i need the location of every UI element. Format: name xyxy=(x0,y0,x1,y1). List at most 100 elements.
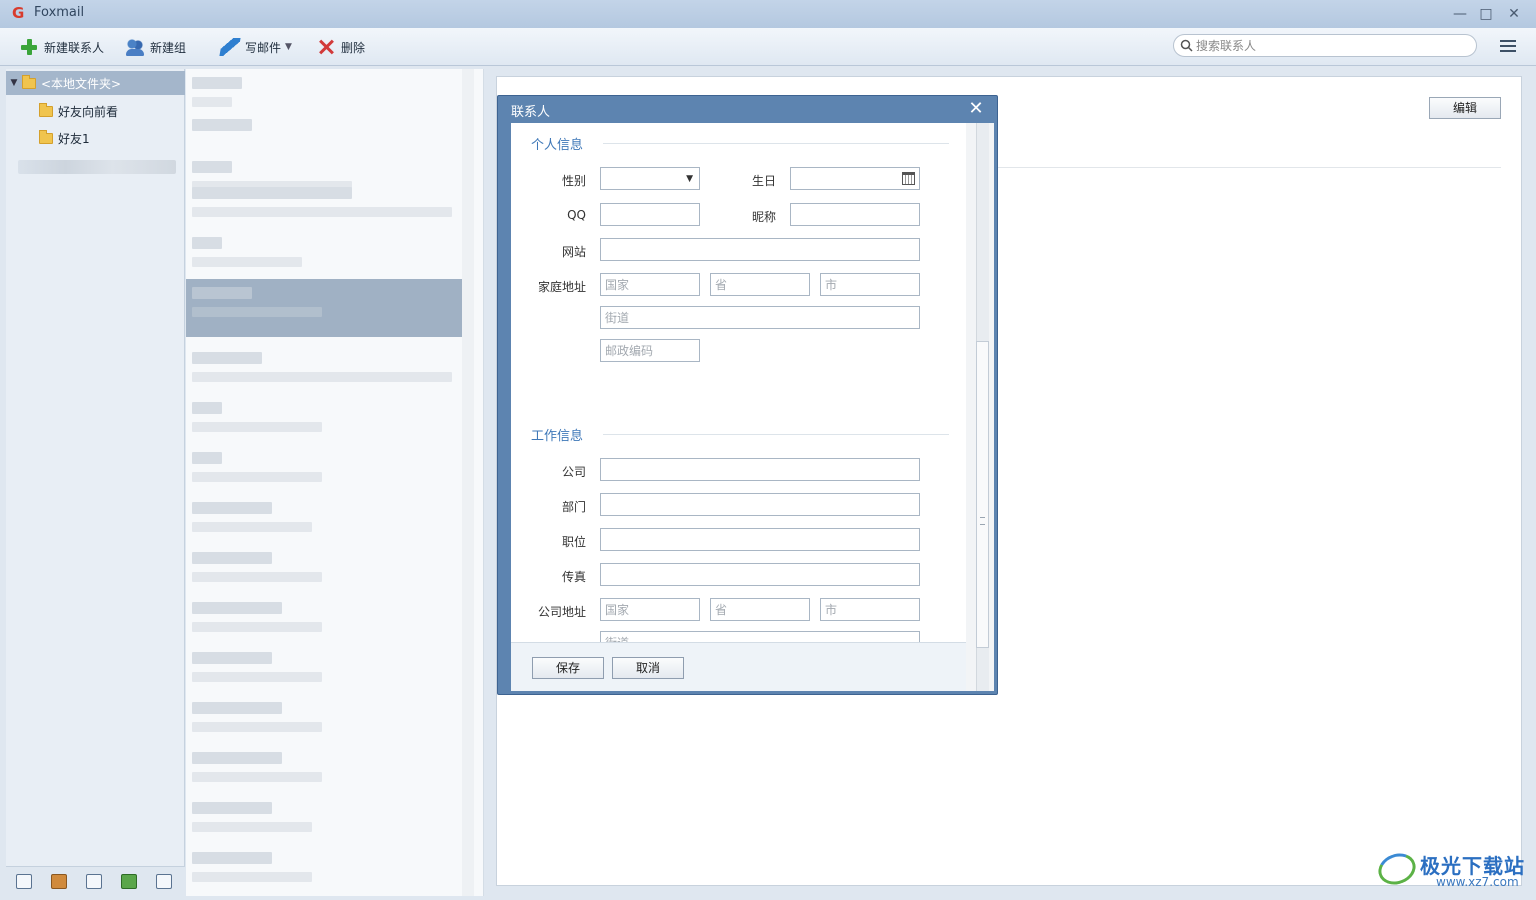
cancel-button[interactable]: 取消 xyxy=(612,657,684,679)
contact-list-scrollbar[interactable] xyxy=(462,69,474,896)
search-box xyxy=(1173,34,1477,57)
dialog-scrollbar[interactable] xyxy=(966,123,994,691)
plus-icon xyxy=(20,38,38,56)
company-input[interactable] xyxy=(601,459,919,480)
home-zip-field[interactable] xyxy=(600,339,700,362)
local-folder-root[interactable]: ▼ <本地文件夹> xyxy=(6,71,185,95)
home-zip-input[interactable] xyxy=(601,340,699,361)
watermark: 极光下载站 www.xz7.com xyxy=(1374,848,1528,892)
home-address-label: 家庭地址 xyxy=(537,280,586,294)
gender-select[interactable]: ▼ xyxy=(600,167,700,190)
new-contact-label: 新建联系人 xyxy=(44,40,105,55)
folder-sidebar: ▼ <本地文件夹> 好友向前看 好友1 xyxy=(6,69,185,866)
home-country-field[interactable] xyxy=(600,273,700,296)
watermark-url: www.xz7.com xyxy=(1436,875,1519,889)
sidebar-item-label: 好友1 xyxy=(58,131,90,146)
list-item-selected[interactable] xyxy=(186,279,472,337)
home-street-input[interactable] xyxy=(601,307,919,328)
sidebar-item-group[interactable]: 好友向前看 xyxy=(39,101,118,121)
list-item[interactable] xyxy=(186,694,472,744)
nickname-field[interactable] xyxy=(790,203,920,226)
sidebar-item-group[interactable]: 好友1 xyxy=(39,128,90,148)
list-item[interactable] xyxy=(186,494,472,544)
delete-button[interactable]: 删除 xyxy=(317,36,365,58)
birthday-field[interactable] xyxy=(790,167,920,190)
expand-arrow-icon[interactable]: ▼ xyxy=(6,78,22,88)
module-switcher xyxy=(6,866,185,896)
website-input[interactable] xyxy=(601,239,919,260)
maximize-button[interactable]: □ xyxy=(1475,4,1497,24)
list-item[interactable] xyxy=(186,844,472,894)
save-button[interactable]: 保存 xyxy=(532,657,604,679)
group-icon xyxy=(126,38,144,56)
minimize-button[interactable]: — xyxy=(1449,4,1471,24)
close-icon[interactable]: ✕ xyxy=(966,99,986,119)
divider xyxy=(603,434,949,435)
qq-field[interactable] xyxy=(600,203,700,226)
title-bar: G Foxmail — □ ✕ xyxy=(0,0,1536,28)
department-input[interactable] xyxy=(601,494,919,515)
fax-field[interactable] xyxy=(600,563,920,586)
search-input[interactable] xyxy=(1196,37,1466,54)
nickname-input[interactable] xyxy=(791,204,919,225)
qq-input[interactable] xyxy=(601,204,699,225)
new-contact-button[interactable]: 新建联系人 xyxy=(20,36,104,58)
list-item[interactable] xyxy=(186,594,472,644)
list-item[interactable] xyxy=(186,344,472,394)
gender-value[interactable] xyxy=(601,168,699,189)
chevron-down-icon: ▼ xyxy=(686,174,693,184)
notes-icon[interactable] xyxy=(121,874,137,889)
home-province-field[interactable] xyxy=(710,273,810,296)
blurred-account-row[interactable] xyxy=(18,160,176,174)
list-item[interactable] xyxy=(186,394,472,444)
position-input[interactable] xyxy=(601,529,919,550)
home-province-input[interactable] xyxy=(711,274,809,295)
list-item[interactable] xyxy=(186,179,472,229)
scrollbar-thumb[interactable] xyxy=(976,341,989,648)
list-item[interactable] xyxy=(186,444,472,494)
department-label: 部门 xyxy=(561,500,586,514)
company-address-label: 公司地址 xyxy=(537,605,586,619)
menu-list-icon[interactable] xyxy=(1500,40,1516,54)
fax-label: 传真 xyxy=(561,570,586,584)
app-title: Foxmail xyxy=(34,5,85,20)
website-field[interactable] xyxy=(600,238,920,261)
delete-icon xyxy=(317,38,335,56)
mail-icon[interactable] xyxy=(16,874,32,889)
company-field[interactable] xyxy=(600,458,920,481)
work-city-input[interactable] xyxy=(821,599,919,620)
work-street-input[interactable] xyxy=(601,632,919,642)
position-field[interactable] xyxy=(600,528,920,551)
fax-input[interactable] xyxy=(601,564,919,585)
list-item[interactable] xyxy=(186,744,472,794)
new-group-button[interactable]: 新建组 xyxy=(126,36,186,58)
list-item[interactable] xyxy=(186,794,472,844)
qq-label: QQ xyxy=(567,208,586,222)
contact-list xyxy=(186,69,484,896)
contacts-icon[interactable] xyxy=(51,874,67,889)
calendar-icon[interactable] xyxy=(86,874,102,889)
calendar-icon[interactable] xyxy=(902,172,915,185)
work-province-field[interactable] xyxy=(710,598,810,621)
list-item[interactable] xyxy=(186,544,472,594)
work-province-input[interactable] xyxy=(711,599,809,620)
home-street-field[interactable] xyxy=(600,306,920,329)
feed-icon[interactable] xyxy=(156,874,172,889)
list-item[interactable] xyxy=(186,644,472,694)
edit-button[interactable]: 编辑 xyxy=(1429,97,1501,119)
home-city-field[interactable] xyxy=(820,273,920,296)
chevron-down-icon[interactable]: ▼ xyxy=(285,42,292,52)
company-label: 公司 xyxy=(561,465,586,479)
list-item[interactable] xyxy=(186,229,472,279)
work-country-input[interactable] xyxy=(601,599,699,620)
home-country-input[interactable] xyxy=(601,274,699,295)
department-field[interactable] xyxy=(600,493,920,516)
home-city-input[interactable] xyxy=(821,274,919,295)
work-country-field[interactable] xyxy=(600,598,700,621)
local-folder-label: <本地文件夹> xyxy=(41,76,122,91)
close-window-button[interactable]: ✕ xyxy=(1503,4,1525,24)
work-city-field[interactable] xyxy=(820,598,920,621)
write-mail-button[interactable]: 写邮件 ▼ xyxy=(219,36,292,58)
birthday-input[interactable] xyxy=(791,168,919,189)
work-street-field[interactable] xyxy=(600,631,920,642)
